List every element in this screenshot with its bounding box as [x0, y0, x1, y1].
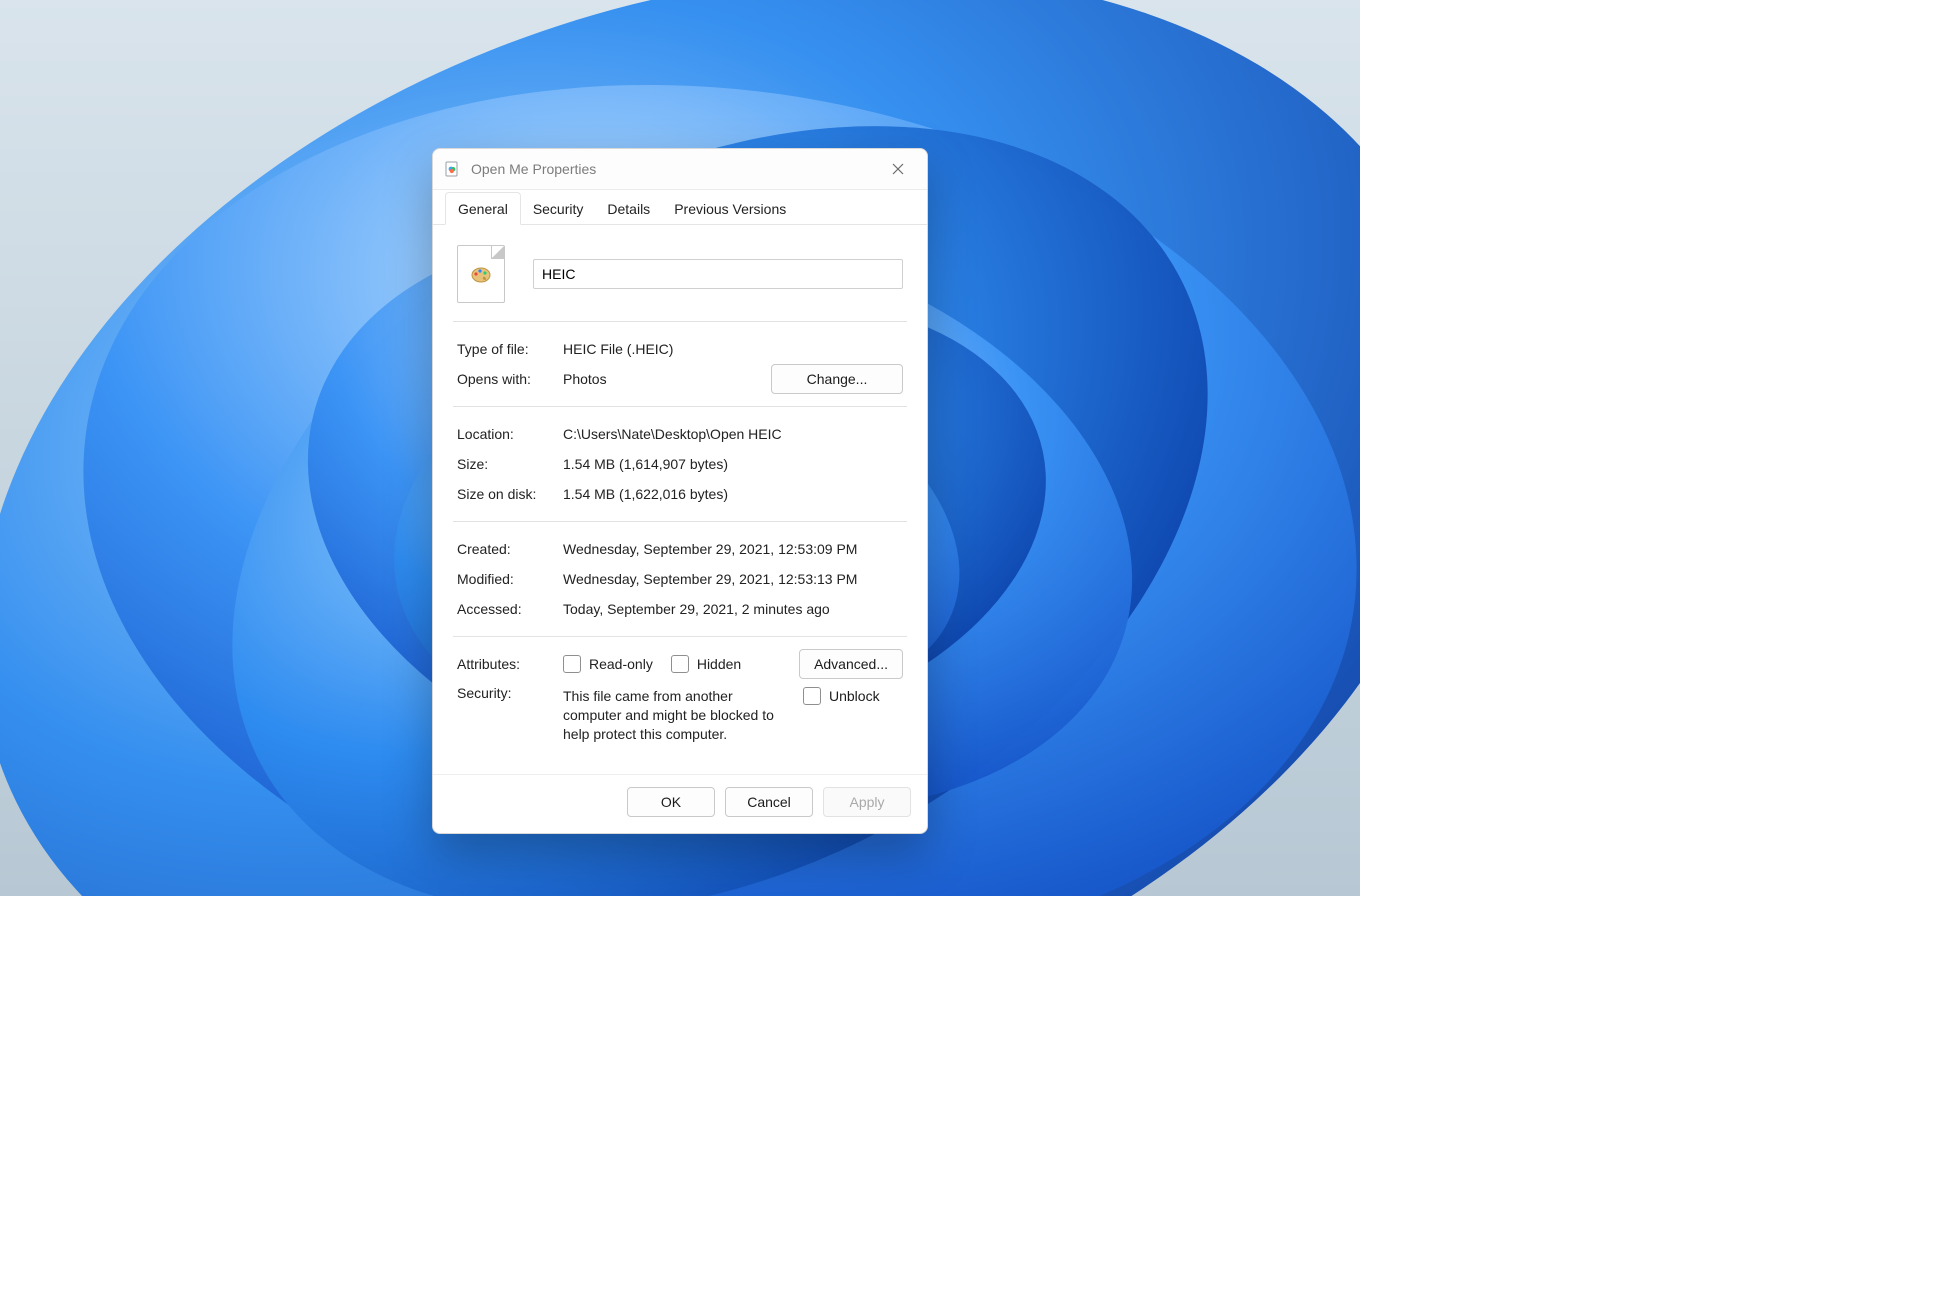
file-type-icon — [457, 245, 505, 303]
desktop: Open Me Properties General Security Deta… — [0, 0, 1360, 896]
advanced-button[interactable]: Advanced... — [799, 649, 903, 679]
label-size: Size: — [457, 456, 553, 472]
close-button[interactable] — [875, 153, 921, 185]
value-opens-with: Photos — [563, 371, 607, 387]
label-created: Created: — [457, 541, 553, 557]
checkbox-read-only-label: Read-only — [589, 656, 653, 672]
tab-security[interactable]: Security — [521, 193, 596, 224]
checkbox-read-only[interactable]: Read-only — [563, 655, 653, 673]
value-type-of-file: HEIC File (.HEIC) — [563, 341, 903, 357]
value-location: C:\Users\Nate\Desktop\Open HEIC — [563, 426, 903, 442]
value-accessed: Today, September 29, 2021, 2 minutes ago — [563, 601, 903, 617]
value-size: 1.54 MB (1,614,907 bytes) — [563, 456, 903, 472]
ok-button[interactable]: OK — [627, 787, 715, 817]
security-note: This file came from another computer and… — [563, 685, 793, 754]
dialog-footer: OK Cancel Apply — [433, 774, 927, 833]
tab-panel-general: Type of file: HEIC File (.HEIC) Opens wi… — [433, 225, 927, 774]
palette-icon — [469, 262, 493, 286]
value-size-on-disk: 1.54 MB (1,622,016 bytes) — [563, 486, 903, 502]
value-created: Wednesday, September 29, 2021, 12:53:09 … — [563, 541, 903, 557]
label-accessed: Accessed: — [457, 601, 553, 617]
checkbox-unblock[interactable]: Unblock — [803, 687, 880, 705]
tab-previous-versions[interactable]: Previous Versions — [662, 193, 798, 224]
label-attributes: Attributes: — [457, 656, 553, 672]
label-type-of-file: Type of file: — [457, 341, 553, 357]
label-security: Security: — [457, 685, 553, 701]
titlebar: Open Me Properties — [433, 149, 927, 190]
value-modified: Wednesday, September 29, 2021, 12:53:13 … — [563, 571, 903, 587]
tab-general[interactable]: General — [445, 192, 521, 225]
cancel-button[interactable]: Cancel — [725, 787, 813, 817]
tab-details[interactable]: Details — [595, 193, 662, 224]
apply-button: Apply — [823, 787, 911, 817]
label-opens-with: Opens with: — [457, 371, 553, 387]
checkbox-hidden-label: Hidden — [697, 656, 741, 672]
window-title: Open Me Properties — [471, 161, 875, 177]
filename-input[interactable] — [533, 259, 903, 289]
change-button[interactable]: Change... — [771, 364, 903, 394]
label-location: Location: — [457, 426, 553, 442]
properties-dialog: Open Me Properties General Security Deta… — [432, 148, 928, 834]
checkbox-unblock-label: Unblock — [829, 688, 880, 704]
window-file-icon — [445, 161, 461, 177]
label-modified: Modified: — [457, 571, 553, 587]
tab-strip: General Security Details Previous Versio… — [433, 190, 927, 225]
close-icon — [892, 163, 904, 175]
checkbox-hidden[interactable]: Hidden — [671, 655, 741, 673]
label-size-on-disk: Size on disk: — [457, 486, 553, 502]
